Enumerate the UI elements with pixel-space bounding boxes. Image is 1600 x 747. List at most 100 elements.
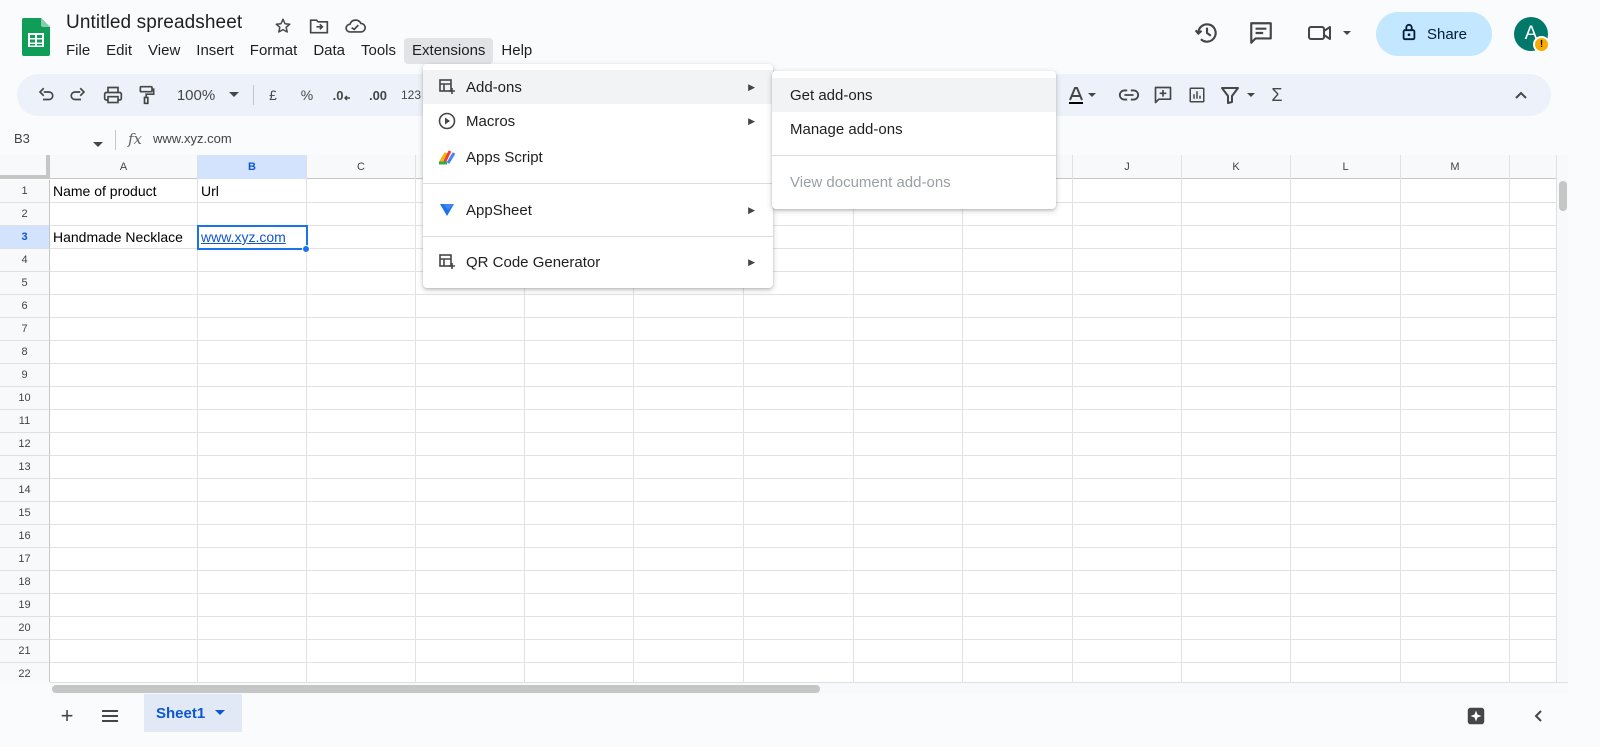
document-title[interactable]: Untitled spreadsheet — [66, 12, 242, 34]
menu-view[interactable]: View — [140, 38, 188, 64]
row-header-18[interactable]: 18 — [0, 571, 50, 594]
name-box-dropdown-icon[interactable] — [93, 135, 103, 153]
percent-format-button[interactable]: % — [297, 83, 317, 107]
insert-link-icon[interactable] — [1117, 83, 1141, 107]
horizontal-scrollbar[interactable] — [50, 682, 1568, 694]
explore-icon[interactable] — [1464, 704, 1488, 728]
submenu-arrow-icon: ▶ — [748, 256, 755, 267]
insert-comment-icon[interactable] — [1151, 83, 1175, 107]
column-header-l[interactable]: L — [1291, 155, 1401, 179]
text-color-icon[interactable] — [1065, 83, 1099, 107]
row-header-4[interactable]: 4 — [0, 249, 50, 272]
filter-icon[interactable] — [1219, 83, 1259, 107]
undo-icon[interactable] — [35, 83, 57, 107]
insert-chart-icon[interactable] — [1185, 83, 1209, 107]
currency-format-button[interactable]: £ — [263, 83, 283, 107]
gridline — [50, 662, 1556, 663]
row-header-7[interactable]: 7 — [0, 318, 50, 341]
menu-format[interactable]: Format — [242, 38, 306, 64]
vertical-scroll-thumb[interactable] — [1559, 181, 1567, 211]
gridline — [50, 340, 1556, 341]
sheet-tab-bar: + Sheet1 — [0, 694, 1600, 747]
print-icon[interactable] — [102, 83, 124, 107]
collapse-toolbar-chevron-up-icon[interactable] — [1511, 83, 1531, 107]
column-header-c[interactable]: C — [307, 155, 416, 179]
cell-a1[interactable]: Name of product — [50, 180, 157, 202]
menu-item-apps-script[interactable]: Apps Script — [423, 140, 773, 174]
row-header-14[interactable]: 14 — [0, 479, 50, 502]
star-icon[interactable] — [272, 15, 294, 37]
sheet-tab-dropdown-icon[interactable] — [215, 710, 226, 716]
increase-decimal-label: .00 — [368, 87, 388, 103]
meet-video-icon[interactable] — [1304, 18, 1354, 48]
menu-help[interactable]: Help — [493, 38, 540, 64]
menu-tools[interactable]: Tools — [353, 38, 404, 64]
paint-format-icon[interactable] — [136, 83, 158, 107]
sheet-tab-sheet1[interactable]: Sheet1 — [144, 694, 242, 732]
fill-handle[interactable] — [302, 245, 310, 253]
column-header-j[interactable]: J — [1073, 155, 1182, 179]
zoom-select[interactable]: 100% — [171, 83, 221, 107]
column-header-b[interactable]: B — [198, 155, 307, 179]
cell-b1[interactable]: Url — [198, 180, 219, 202]
menu-file[interactable]: File — [58, 38, 98, 64]
menu-item-macros[interactable]: Macros ▶ — [423, 104, 773, 138]
submenu-item-manage-add-ons[interactable]: Manage add-ons — [772, 112, 1056, 146]
increase-decimal-button[interactable]: .00 — [363, 83, 393, 107]
vertical-scrollbar[interactable] — [1556, 155, 1568, 682]
macros-icon — [438, 112, 456, 130]
functions-sigma-icon[interactable]: Σ — [1268, 83, 1286, 107]
menu-extensions[interactable]: Extensions — [404, 38, 494, 64]
row-header-17[interactable]: 17 — [0, 548, 50, 571]
menu-edit[interactable]: Edit — [98, 38, 140, 64]
version-history-icon[interactable] — [1192, 18, 1222, 48]
row-header-2[interactable]: 2 — [0, 203, 50, 226]
select-all-corner[interactable] — [0, 155, 50, 179]
menu-insert[interactable]: Insert — [188, 38, 242, 64]
row-header-5[interactable]: 5 — [0, 272, 50, 295]
cloud-saved-icon[interactable] — [344, 15, 366, 37]
column-header-m[interactable]: M — [1401, 155, 1510, 179]
gridline — [50, 593, 1556, 594]
row-header-10[interactable]: 10 — [0, 387, 50, 410]
formula-input[interactable]: www.xyz.com — [153, 131, 232, 146]
menu-item-add-ons[interactable]: Add-ons ▶ — [423, 70, 773, 104]
row-header-16[interactable]: 16 — [0, 525, 50, 548]
column-header-a[interactable]: A — [50, 155, 198, 179]
row-header-3[interactable]: 3 — [0, 226, 50, 249]
horizontal-scroll-thumb[interactable] — [52, 685, 820, 693]
sheets-logo-icon[interactable] — [22, 18, 50, 56]
all-sheets-menu-icon[interactable] — [98, 704, 122, 728]
side-panel-chevron-left-icon[interactable] — [1526, 704, 1550, 728]
row-header-1[interactable]: 1 — [0, 180, 50, 203]
sheet-grid[interactable]: A B C D E F G H I J K L M 1 2 3 4 5 6 7 … — [0, 155, 1568, 682]
menu-data[interactable]: Data — [305, 38, 353, 64]
decrease-decimal-button[interactable]: .0 — [329, 83, 355, 107]
menu-item-qr-code-generator[interactable]: QR Code Generator ▶ — [423, 245, 773, 279]
share-button[interactable]: Share — [1376, 12, 1492, 56]
menu-item-appsheet[interactable]: AppSheet ▶ — [423, 193, 773, 227]
redo-icon[interactable] — [67, 83, 89, 107]
row-header-11[interactable]: 11 — [0, 410, 50, 433]
number-format-button[interactable]: 123 — [399, 83, 423, 107]
row-header-20[interactable]: 20 — [0, 617, 50, 640]
submenu-item-get-add-ons[interactable]: Get add-ons — [772, 78, 1056, 112]
row-header-6[interactable]: 6 — [0, 295, 50, 318]
row-header-12[interactable]: 12 — [0, 433, 50, 456]
row-header-22[interactable]: 22 — [0, 663, 50, 682]
zoom-dropdown-icon[interactable] — [227, 83, 241, 107]
row-header-21[interactable]: 21 — [0, 640, 50, 663]
row-header-8[interactable]: 8 — [0, 341, 50, 364]
menu-divider — [423, 236, 773, 237]
name-box[interactable]: B3 — [14, 131, 30, 146]
row-header-15[interactable]: 15 — [0, 502, 50, 525]
column-header-k[interactable]: K — [1182, 155, 1291, 179]
row-header-9[interactable]: 9 — [0, 364, 50, 387]
gridline — [50, 455, 1556, 456]
row-header-13[interactable]: 13 — [0, 456, 50, 479]
add-sheet-icon[interactable]: + — [55, 703, 79, 728]
row-header-19[interactable]: 19 — [0, 594, 50, 617]
move-folder-icon[interactable] — [308, 15, 330, 37]
comments-icon[interactable] — [1246, 18, 1276, 48]
cell-a3[interactable]: Handmade Necklace — [50, 226, 183, 248]
